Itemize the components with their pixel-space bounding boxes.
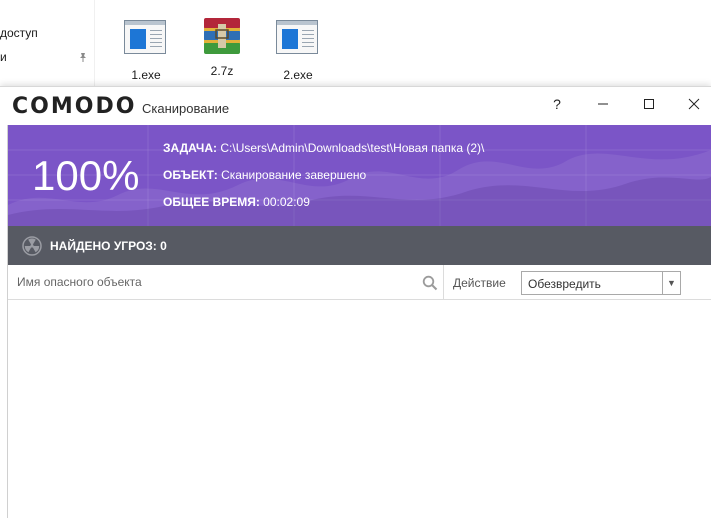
threat-list — [8, 300, 711, 518]
exe-file-icon — [276, 20, 320, 60]
maximize-button[interactable] — [636, 93, 662, 115]
help-button[interactable]: ? — [544, 93, 570, 115]
file-item-2-exe[interactable]: 2.exe — [270, 16, 326, 82]
threats-found: НАЙДЕНО УГРОЗ: 0 — [50, 239, 167, 253]
window-left-edge — [0, 125, 8, 518]
file-item-2-7z[interactable]: 2.7z — [194, 16, 250, 78]
radiation-icon — [22, 236, 42, 256]
filter-divider — [443, 265, 444, 300]
title-bar[interactable]: COMODO Сканирование ? — [0, 87, 711, 125]
task-label: ЗАДАЧА: — [163, 141, 218, 155]
task-row: ЗАДАЧА: C:\Users\Admin\Downloads\test\Но… — [163, 141, 484, 155]
time-label: ОБЩЕЕ ВРЕМЯ: — [163, 195, 260, 209]
file-name: 2.7z — [210, 64, 234, 78]
close-icon — [688, 98, 700, 110]
close-button[interactable] — [681, 93, 707, 115]
time-value: 00:02:09 — [259, 195, 310, 209]
winrar-archive-icon — [200, 16, 244, 56]
scan-percent: 100% — [32, 152, 140, 199]
threat-name-search-input[interactable] — [10, 269, 442, 295]
threats-bar: НАЙДЕНО УГРОЗ: 0 — [8, 226, 711, 265]
nav-item-quick-access[interactable]: доступ — [0, 26, 38, 40]
scan-progress-banner: 100% ЗАДАЧА: C:\Users\Admin\Downloads\te… — [8, 125, 711, 226]
threats-count: 0 — [160, 239, 167, 253]
object-row: ОБЪЕКТ: Сканирование завершено — [163, 168, 366, 182]
minimize-button[interactable] — [590, 93, 616, 115]
filter-bar: Действие Обезвредить ▼ — [8, 265, 711, 300]
action-selected-value: Обезвредить — [528, 277, 601, 291]
file-name: 2.exe — [283, 68, 313, 82]
time-row: ОБЩЕЕ ВРЕМЯ: 00:02:09 — [163, 195, 310, 209]
pin-icon[interactable] — [78, 52, 88, 62]
explorer-nav-pane: доступ и — [0, 0, 95, 90]
object-value: Сканирование завершено — [217, 168, 367, 182]
chevron-down-icon[interactable]: ▼ — [662, 272, 680, 294]
object-label: ОБЪЕКТ: — [163, 168, 218, 182]
nav-item[interactable]: и — [0, 50, 7, 64]
task-value: C:\Users\Admin\Downloads\test\Новая папк… — [217, 141, 485, 155]
explorer-background: доступ и 1.exe 2.7z 2.exe — [0, 0, 711, 90]
minimize-icon — [598, 103, 608, 105]
comodo-scan-window: COMODO Сканирование ? 100% ЗАДАЧА: C:\Us… — [0, 86, 711, 518]
window-title: Сканирование — [142, 101, 230, 116]
file-item-1-exe[interactable]: 1.exe — [118, 16, 174, 82]
maximize-icon — [644, 99, 654, 109]
exe-file-icon — [124, 20, 168, 60]
action-label: Действие — [453, 276, 506, 290]
action-select[interactable]: Обезвредить ▼ — [521, 271, 681, 295]
file-name: 1.exe — [131, 68, 161, 82]
comodo-logo: COMODO — [12, 94, 137, 119]
search-icon[interactable] — [422, 275, 438, 291]
threats-label: НАЙДЕНО УГРОЗ: — [50, 239, 157, 253]
